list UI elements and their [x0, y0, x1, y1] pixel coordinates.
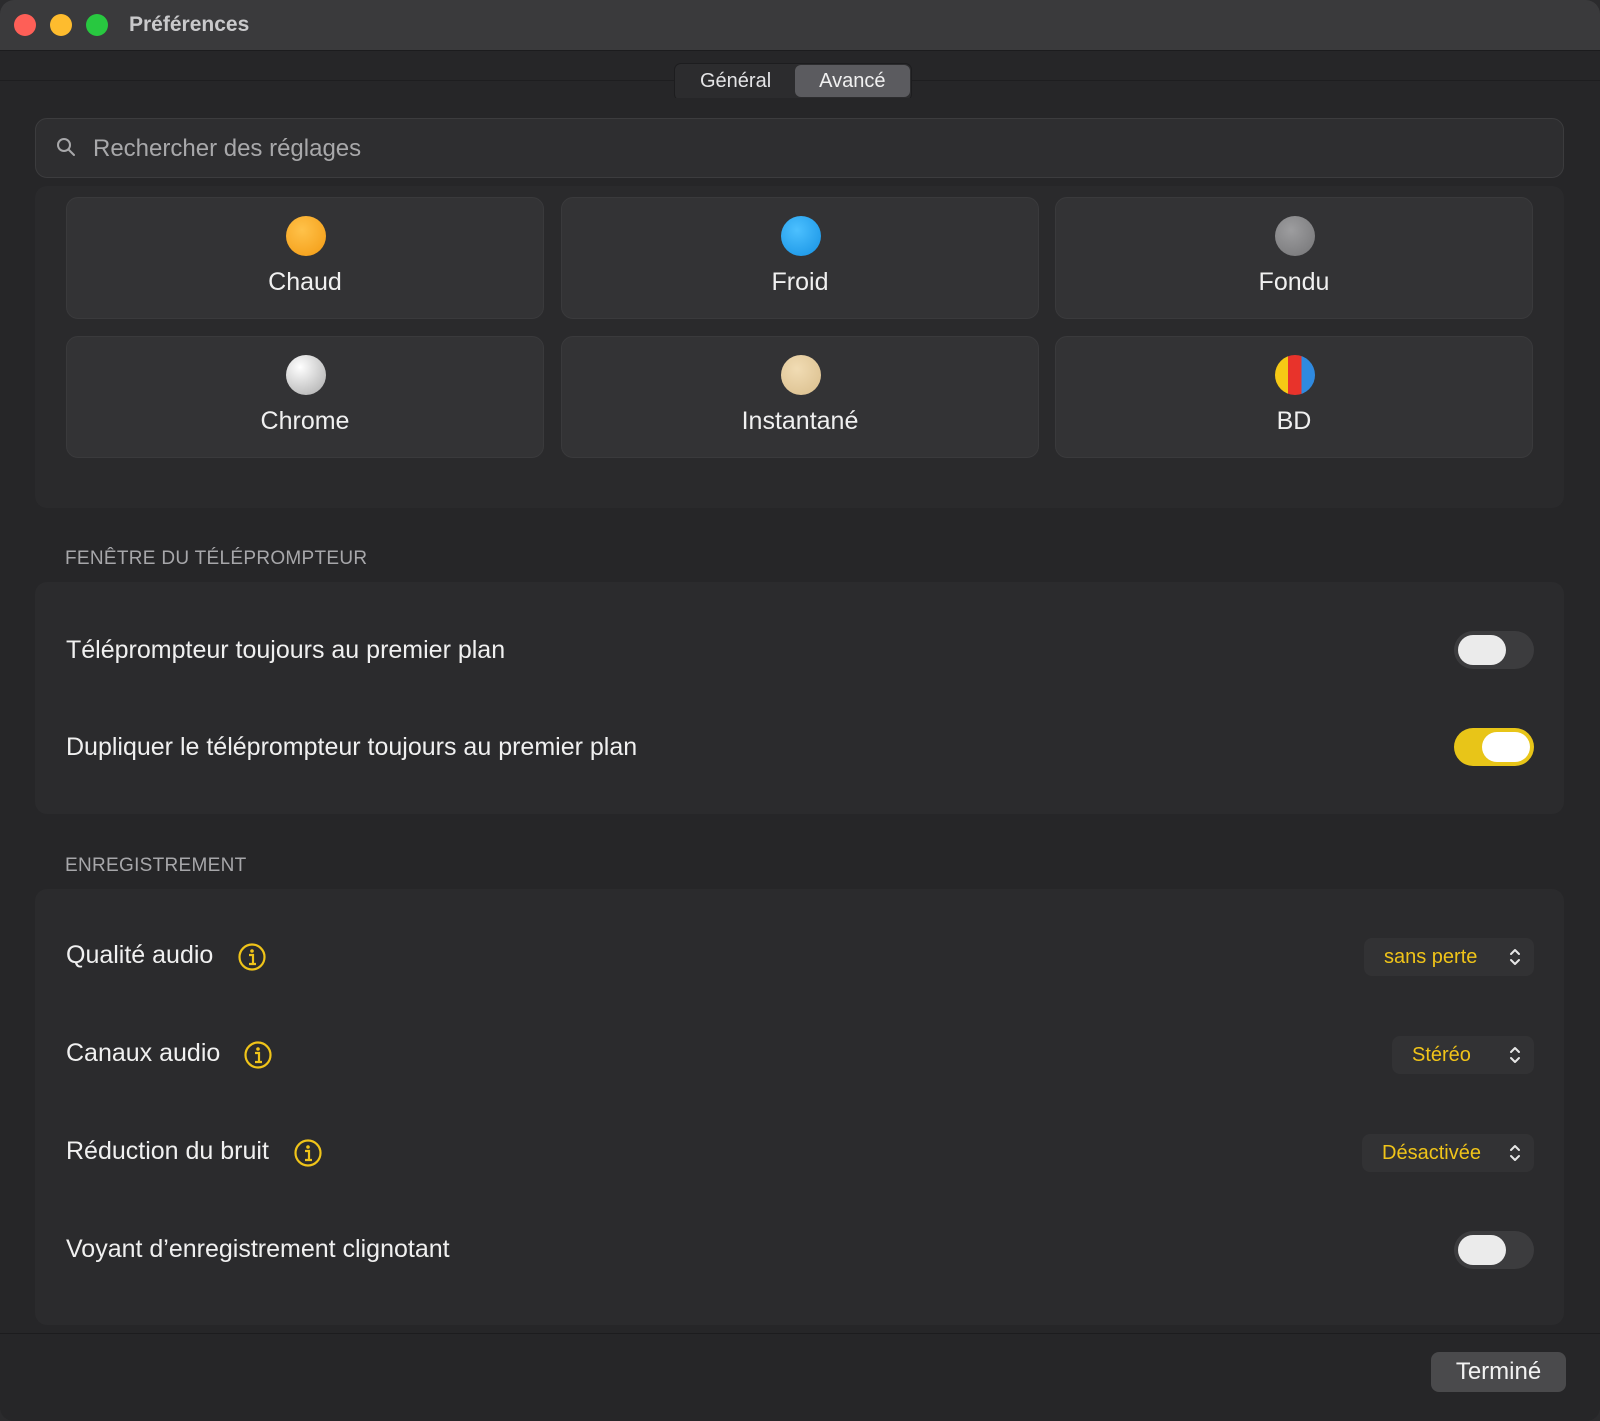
duplicate-on-top-toggle[interactable] [1454, 728, 1534, 766]
theme-card-instantane[interactable]: Instantané [561, 336, 1039, 458]
theme-card-bd[interactable]: BD [1055, 336, 1533, 458]
teleprompter-group [35, 582, 1564, 814]
section-header-recording: ENREGISTREMENT [65, 855, 247, 876]
minimize-window-button[interactable] [50, 14, 72, 36]
toggle-knob [1482, 732, 1530, 762]
tab-bar: Général Avancé [674, 63, 912, 101]
dropdown-value: sans perte [1384, 946, 1478, 968]
footer-bar [0, 1334, 1600, 1421]
blinking-record-light-toggle[interactable] [1454, 1231, 1534, 1269]
up-down-chevron-icon [1510, 1145, 1520, 1161]
setting-label: Canaux audio [66, 1039, 221, 1067]
title-bar: Préférences [0, 0, 1600, 51]
up-down-chevron-icon [1510, 949, 1520, 965]
toggle-knob [1458, 635, 1506, 665]
info-icon[interactable] [293, 1138, 323, 1168]
search-icon [57, 138, 75, 156]
cool-dot-icon [781, 216, 821, 256]
maximize-window-button[interactable] [86, 14, 108, 36]
setting-label: Réduction du bruit [66, 1137, 269, 1165]
theme-label: Chrome [260, 407, 350, 435]
theme-label: Fondu [1258, 268, 1330, 296]
tab-general[interactable]: Général [676, 65, 795, 97]
audio-channels-dropdown[interactable]: Stéréo [1392, 1036, 1534, 1074]
theme-card-froid[interactable]: Froid [561, 197, 1039, 319]
search-field[interactable] [35, 118, 1564, 179]
always-on-top-toggle[interactable] [1454, 631, 1534, 669]
setting-label: Dupliquer le téléprompteur toujours au p… [66, 733, 638, 761]
instant-dot-icon [781, 355, 821, 395]
dropdown-value: Désactivée [1382, 1142, 1481, 1164]
window-title: Préférences [129, 13, 250, 36]
theme-label: BD [1276, 407, 1312, 435]
theme-card-chrome[interactable]: Chrome [66, 336, 544, 458]
comic-dot-icon [1275, 355, 1315, 395]
warm-dot-icon [286, 216, 326, 256]
section-header-teleprompter: FENÊTRE DU TÉLÉPROMPTEUR [65, 548, 368, 569]
setting-label: Qualité audio [66, 941, 214, 969]
done-button[interactable]: Terminé [1431, 1352, 1566, 1392]
noise-reduction-dropdown[interactable]: Désactivée [1362, 1134, 1534, 1172]
setting-label: Voyant d’enregistrement clignotant [66, 1235, 450, 1263]
audio-quality-dropdown[interactable]: sans perte [1364, 938, 1534, 976]
info-icon[interactable] [237, 942, 267, 972]
up-down-chevron-icon [1510, 1047, 1520, 1063]
toggle-knob [1458, 1235, 1506, 1265]
close-window-button[interactable] [14, 14, 36, 36]
theme-card-fondu[interactable]: Fondu [1055, 197, 1533, 319]
preferences-window: Préférences Général Avancé Chaud Froid F… [0, 0, 1600, 1421]
tab-advanced[interactable]: Avancé [795, 65, 910, 97]
search-input[interactable] [91, 119, 1535, 179]
theme-label: Chaud [268, 268, 342, 296]
chrome-dot-icon [286, 355, 326, 395]
theme-label: Instantané [741, 407, 859, 435]
theme-card-chaud[interactable]: Chaud [66, 197, 544, 319]
setting-label: Téléprompteur toujours au premier plan [66, 636, 506, 664]
fade-dot-icon [1275, 216, 1315, 256]
dropdown-value: Stéréo [1412, 1044, 1471, 1066]
theme-label: Froid [771, 268, 829, 296]
info-icon[interactable] [243, 1040, 273, 1070]
